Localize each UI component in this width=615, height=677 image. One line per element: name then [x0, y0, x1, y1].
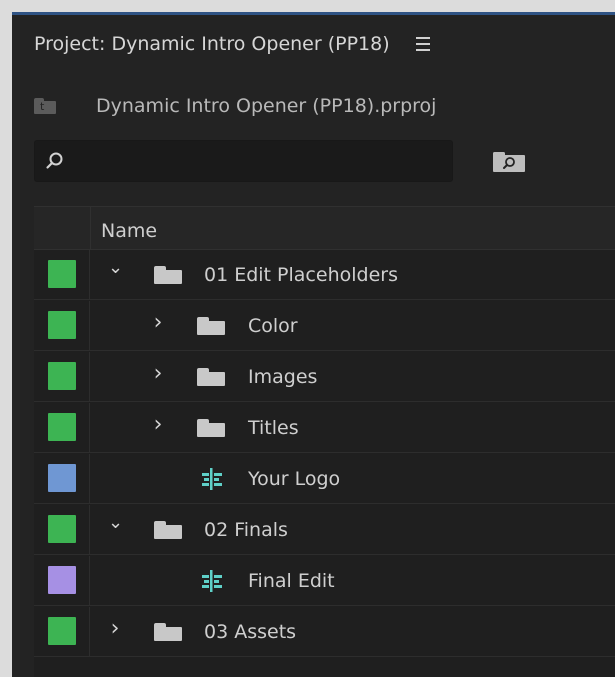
label-color-swatch[interactable] [48, 413, 76, 441]
label-column-header[interactable] [34, 207, 91, 249]
project-file-name: Dynamic Intro Opener (PP18).prproj [96, 95, 437, 117]
label-color-swatch[interactable] [48, 617, 76, 645]
bin-row[interactable]: › Images [34, 352, 615, 402]
folder-icon [197, 419, 225, 437]
item-name: Images [248, 366, 318, 388]
bin-row[interactable]: › Color [34, 301, 615, 351]
chevron-down-icon[interactable]: ⌄ [108, 513, 123, 533]
item-name: Final Edit [248, 570, 335, 592]
item-name: 01 Edit Placeholders [204, 264, 398, 286]
label-cell[interactable] [34, 403, 90, 453]
chevron-down-icon[interactable]: ⌄ [108, 258, 123, 278]
search-input[interactable] [71, 141, 449, 183]
label-color-swatch[interactable] [48, 515, 76, 543]
sequence-row[interactable]: Your Logo [34, 454, 615, 504]
chevron-right-icon[interactable]: › [151, 363, 165, 385]
project-item-list: Name ⌄ 01 Edit Placeholders › Color › Images ›… [34, 206, 615, 677]
project-path-row: t Dynamic Intro Opener (PP18).prproj [12, 84, 615, 128]
label-cell[interactable] [34, 301, 90, 351]
chevron-right-icon[interactable]: › [151, 414, 165, 436]
bin-row[interactable]: › 03 Assets [34, 607, 615, 657]
search-icon [46, 152, 63, 169]
label-color-swatch[interactable] [48, 362, 76, 390]
item-name: 02 Finals [204, 519, 288, 541]
folder-icon [197, 368, 225, 386]
bin-row[interactable]: ⌄ 02 Finals [34, 505, 615, 555]
name-column-header[interactable]: Name [101, 207, 157, 249]
search-field[interactable] [34, 140, 453, 183]
sequence-icon [202, 570, 222, 592]
label-color-swatch[interactable] [48, 311, 76, 339]
chevron-right-icon[interactable]: › [151, 312, 165, 334]
item-name: Color [248, 315, 298, 337]
label-cell[interactable] [34, 250, 90, 300]
sequence-row[interactable]: Final Edit [34, 556, 615, 606]
panel-menu-icon[interactable] [415, 37, 430, 51]
label-color-swatch[interactable] [48, 464, 76, 492]
bin-row[interactable]: › Titles [34, 403, 615, 453]
label-cell[interactable] [34, 454, 90, 504]
item-name: Your Logo [248, 468, 341, 490]
project-panel: Project: Dynamic Intro Opener (PP18) t D… [12, 12, 615, 677]
label-cell[interactable] [34, 607, 90, 657]
folder-icon [154, 623, 182, 641]
panel-header[interactable]: Project: Dynamic Intro Opener (PP18) [12, 15, 615, 73]
label-cell[interactable] [34, 556, 90, 606]
folder-icon [154, 521, 182, 539]
label-color-swatch[interactable] [48, 566, 76, 594]
bin-row[interactable]: ⌄ 01 Edit Placeholders [34, 250, 615, 300]
label-color-swatch[interactable] [48, 260, 76, 288]
sequence-icon [202, 468, 222, 490]
label-cell[interactable] [34, 505, 90, 555]
list-header: Name [34, 207, 615, 250]
panel-title: Project: Dynamic Intro Opener (PP18) [34, 33, 390, 55]
chevron-right-icon[interactable]: › [108, 618, 122, 640]
folder-icon [197, 317, 225, 335]
folder-icon [154, 266, 182, 284]
new-search-bin-icon[interactable] [493, 152, 525, 172]
item-name: 03 Assets [204, 621, 297, 643]
parent-bin-icon[interactable]: t [34, 98, 56, 114]
item-name: Titles [248, 417, 299, 439]
label-cell[interactable] [34, 352, 90, 402]
